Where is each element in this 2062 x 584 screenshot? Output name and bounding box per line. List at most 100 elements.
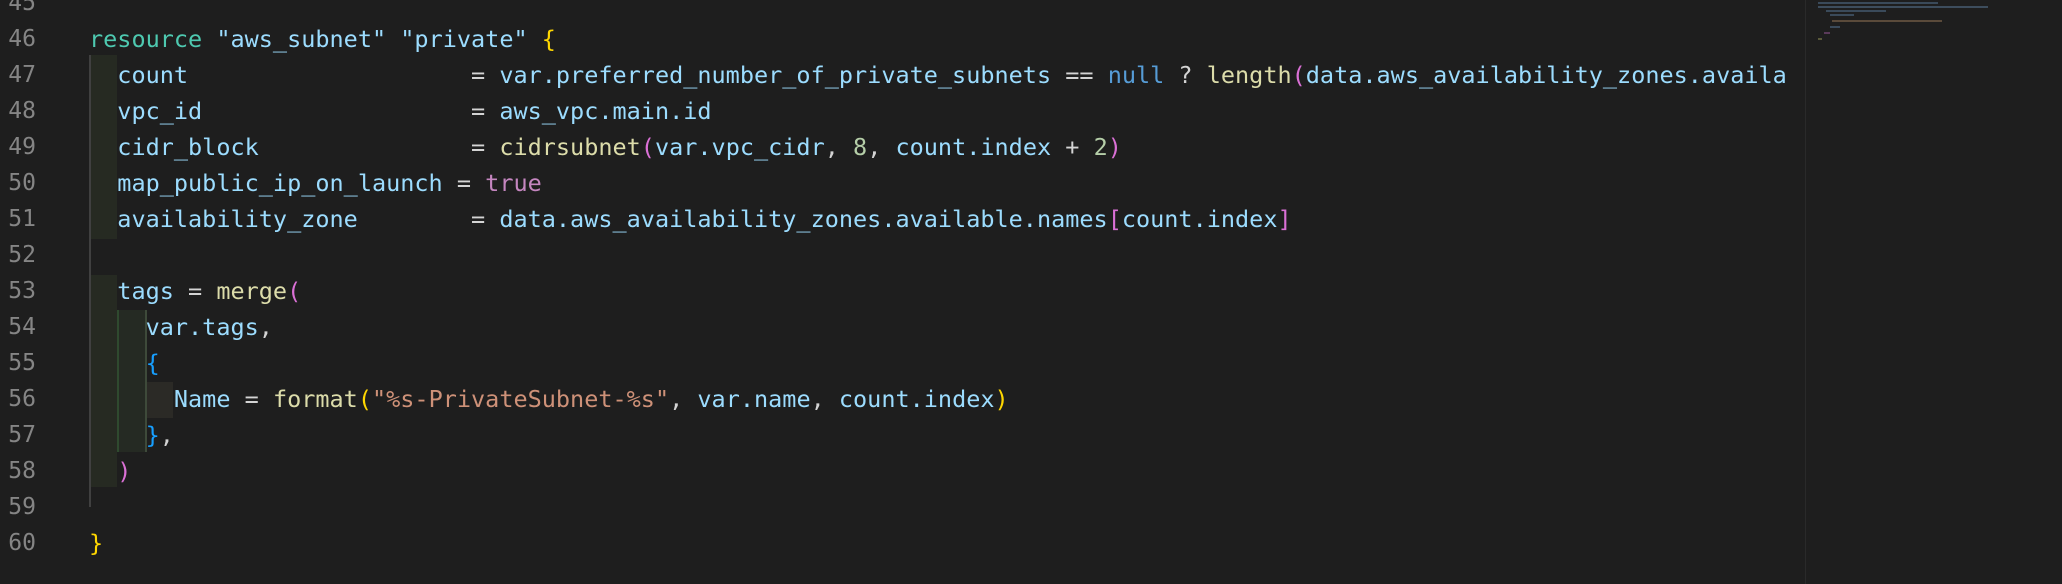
code-token: data.aws_availability_zones.availa — [1305, 61, 1787, 89]
code-token: ( — [287, 277, 302, 305]
line-number: 45 — [8, 0, 36, 16]
code-line[interactable]: 53 tags = merge( — [0, 273, 1805, 309]
code-line[interactable]: 59 — [0, 489, 1805, 525]
code-text: tags = merge( — [89, 273, 301, 309]
code-token: ? — [1164, 61, 1207, 89]
code-token: ( — [1291, 61, 1306, 89]
code-token: 2 — [1093, 133, 1108, 161]
code-token: ] — [1277, 205, 1292, 233]
code-token: count.index — [1121, 205, 1278, 233]
code-token: data.aws_availability_zones.available.na… — [499, 205, 1108, 233]
code-token: } — [145, 421, 160, 449]
code-token: count.index — [838, 385, 995, 413]
code-line[interactable]: 50 map_public_ip_on_launch = true — [0, 165, 1805, 201]
code-text: var.tags, — [89, 309, 273, 345]
line-number: 54 — [8, 314, 36, 340]
line-number: 50 — [8, 170, 36, 196]
line-number: 47 — [8, 62, 36, 88]
code-token: [ — [1107, 205, 1122, 233]
code-line[interactable]: 60} — [0, 525, 1805, 561]
code-line[interactable]: 46 resource "aws_subnet" "private" { — [0, 21, 1805, 57]
code-line[interactable]: 58 ) — [0, 453, 1805, 489]
line-number: 51 — [8, 206, 36, 232]
code-token: vpc_id — [89, 97, 203, 125]
code-token: } — [89, 529, 104, 557]
code-line[interactable]: 55 { — [0, 345, 1805, 381]
code-token: count.index — [895, 133, 1052, 161]
code-token: == — [1051, 61, 1108, 89]
code-line[interactable]: 54 var.tags, — [0, 309, 1805, 345]
code-token: , — [810, 385, 839, 413]
code-line[interactable]: 45 — [0, 0, 1805, 21]
minimap-line — [1826, 10, 1886, 12]
code-line[interactable]: 49 cidr_block = cidrsubnet(var.vpc_cidr,… — [0, 129, 1805, 165]
code-token: var.tags — [89, 313, 259, 341]
minimap-line — [1818, 6, 1988, 8]
line-number: 53 — [8, 278, 36, 304]
code-line[interactable]: 52 — [0, 237, 1805, 273]
code-editor[interactable]: 45 46 resource "aws_subnet" "private" {47 … — [0, 0, 1805, 584]
minimap-line — [1832, 20, 1942, 22]
code-token: , — [669, 385, 698, 413]
minimap-line — [1818, 2, 1938, 4]
code-token: ( — [357, 385, 372, 413]
minimap-line — [1818, 38, 1822, 40]
line-number: 49 — [8, 134, 36, 160]
code-token: = — [188, 61, 500, 89]
line-number: 59 — [8, 494, 36, 520]
line-number: 48 — [8, 98, 36, 124]
line-number: 60 — [8, 530, 36, 556]
minimap-line — [1830, 14, 1854, 16]
code-token: = — [442, 169, 486, 197]
code-token: = — [357, 205, 500, 233]
code-text: }, — [89, 417, 174, 453]
code-token: ( — [640, 133, 655, 161]
code-token: , — [824, 133, 854, 161]
code-token: , — [258, 313, 273, 341]
code-token: { — [145, 349, 160, 377]
code-line[interactable]: 57 }, — [0, 417, 1805, 453]
code-token: "private" — [400, 25, 528, 53]
code-text: cidr_block = cidrsubnet(var.vpc_cidr, 8,… — [89, 129, 1122, 165]
code-token: + — [1051, 133, 1094, 161]
code-line[interactable]: 47 count = var.preferred_number_of_priva… — [0, 57, 1805, 93]
code-token: ) — [117, 457, 132, 485]
code-line[interactable]: 48 vpc_id = aws_vpc.main.id — [0, 93, 1805, 129]
line-number: 56 — [8, 386, 36, 412]
code-token: "aws_subnet" — [216, 25, 387, 53]
minimap-line — [1830, 26, 1840, 28]
code-text: vpc_id = aws_vpc.main.id — [89, 93, 712, 129]
code-text: map_public_ip_on_launch = true — [89, 165, 541, 201]
code-token: = — [202, 97, 500, 125]
code-token: = — [230, 385, 273, 413]
code-line[interactable]: 51 availability_zone = data.aws_availabi… — [0, 201, 1805, 237]
line-number: 57 — [8, 422, 36, 448]
code-token: "%s-PrivateSubnet-%s" — [371, 385, 670, 413]
code-token: count — [89, 61, 189, 89]
code-token: availability_zone — [89, 205, 358, 233]
line-number: 46 — [8, 26, 36, 52]
code-token: format — [272, 385, 358, 413]
code-text: resource "aws_subnet" "private" { — [89, 21, 556, 57]
code-token: , — [159, 421, 174, 449]
minimap[interactable] — [1805, 0, 2062, 584]
line-number: 58 — [8, 458, 36, 484]
code-token: cidr_block — [89, 133, 259, 161]
code-token: cidrsubnet — [499, 133, 641, 161]
code-token: , — [867, 133, 896, 161]
code-token: map_public_ip_on_launch — [89, 169, 443, 197]
line-number: 52 — [8, 242, 36, 268]
code-token: = — [173, 277, 217, 305]
code-token: aws_vpc.main.id — [499, 97, 712, 125]
code-token: merge — [216, 277, 288, 305]
code-text: } — [89, 525, 103, 561]
code-text: ) — [89, 453, 131, 489]
code-token: ) — [994, 385, 1009, 413]
code-line[interactable]: 56 Name = format("%s-PrivateSubnet-%s", … — [0, 381, 1805, 417]
code-token: ) — [1107, 133, 1122, 161]
